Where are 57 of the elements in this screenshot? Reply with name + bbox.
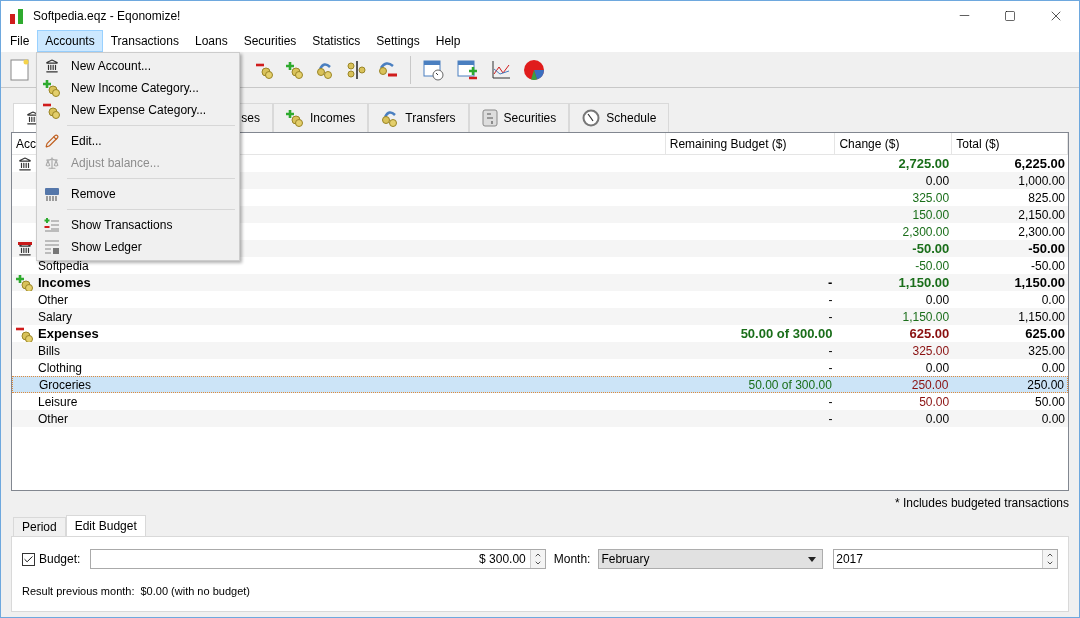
table-cell-text: 825.00 (1028, 189, 1065, 207)
table-cell-text: 50.00 (919, 393, 950, 411)
table-cell-text: Incomes (38, 273, 91, 292)
table-cell-text: 0.00 (1041, 359, 1065, 377)
table-cell-text: 50.00 of 300.00 (740, 324, 833, 343)
table-cell-text: -50.00 (915, 257, 950, 275)
table-cell-text: -50.00 (1030, 257, 1065, 275)
table-cell-text: 1,150.00 (1014, 273, 1065, 292)
table-cell-text: Salary (38, 308, 72, 326)
result-label: Result previous month: (22, 584, 135, 599)
table-cell-text: - (828, 342, 833, 360)
field-label: Month: (553, 551, 591, 568)
table-cell-text: - (828, 359, 833, 377)
table-cell-text: 325.00 (912, 342, 950, 360)
table-cell-text: Bills (38, 342, 60, 360)
table-cell-text: Softpedia (38, 257, 89, 275)
table-cell-text: - (828, 291, 833, 309)
table-cell-text: 50.00 of 300.00 (748, 376, 832, 394)
table-cell-text: 325.00 (1028, 342, 1065, 360)
table-cell-text: 0.00 (925, 359, 950, 377)
table-cell-text: Other (38, 291, 68, 309)
table-cell-text: 325.00 (912, 189, 950, 207)
table-cell-text: 0.00 (925, 291, 950, 309)
footnote: * Includes budgeted transactions (894, 495, 1069, 512)
table-cell-text: 0.00 (925, 172, 950, 190)
table-cell-text: 0.00 (925, 410, 950, 428)
table-cell-text: 2,300.00 (902, 223, 950, 241)
table-cell-text: - (828, 308, 833, 326)
table-cell-text: 1,150.00 (898, 273, 950, 292)
table-cell-text: Clothing (38, 359, 83, 377)
table-cell-text: 50.00 (1034, 393, 1065, 411)
table-cell-text: 625.00 (909, 324, 950, 343)
table-cell-text: - (828, 393, 833, 411)
table-cell-text: 150.00 (912, 206, 950, 224)
table-cell-text: Groceries (39, 376, 91, 394)
field-label: Budget: (39, 551, 81, 568)
table-cell-text: 250.00 (911, 376, 949, 394)
table-cell-text: Expenses (38, 324, 99, 343)
table-cell-text: Leisure (38, 393, 78, 411)
table-cell-text: -50.00 (1028, 239, 1065, 258)
table-cell-text: - (828, 410, 833, 428)
table-cell-text: 6,225.00 (1014, 154, 1065, 173)
table-cell-text: 2,725.00 (898, 154, 950, 173)
table-cell-text: Other (38, 410, 68, 428)
table-cell-text: 2,300.00 (1018, 223, 1065, 241)
table-cell-text: 250.00 (1027, 376, 1064, 394)
table-cell-text: - (828, 273, 833, 292)
table-cell-text: 1,000.00 (1018, 172, 1065, 190)
table-cell-text: 0.00 (1041, 410, 1065, 428)
table-cell-text: 625.00 (1025, 324, 1065, 343)
table-cell-text: 1,150.00 (902, 308, 950, 326)
result-value: $0.00 (with no budget) (140, 584, 250, 599)
table-cell-text: 1,150.00 (1018, 308, 1065, 326)
table-cell-text: 2,150.00 (1018, 206, 1065, 224)
window-title: Softpedia.eqz - Eqonomize! (33, 7, 181, 25)
table-cell-text: 0.00 (1041, 291, 1065, 309)
table-cell-text: -50.00 (912, 239, 950, 258)
